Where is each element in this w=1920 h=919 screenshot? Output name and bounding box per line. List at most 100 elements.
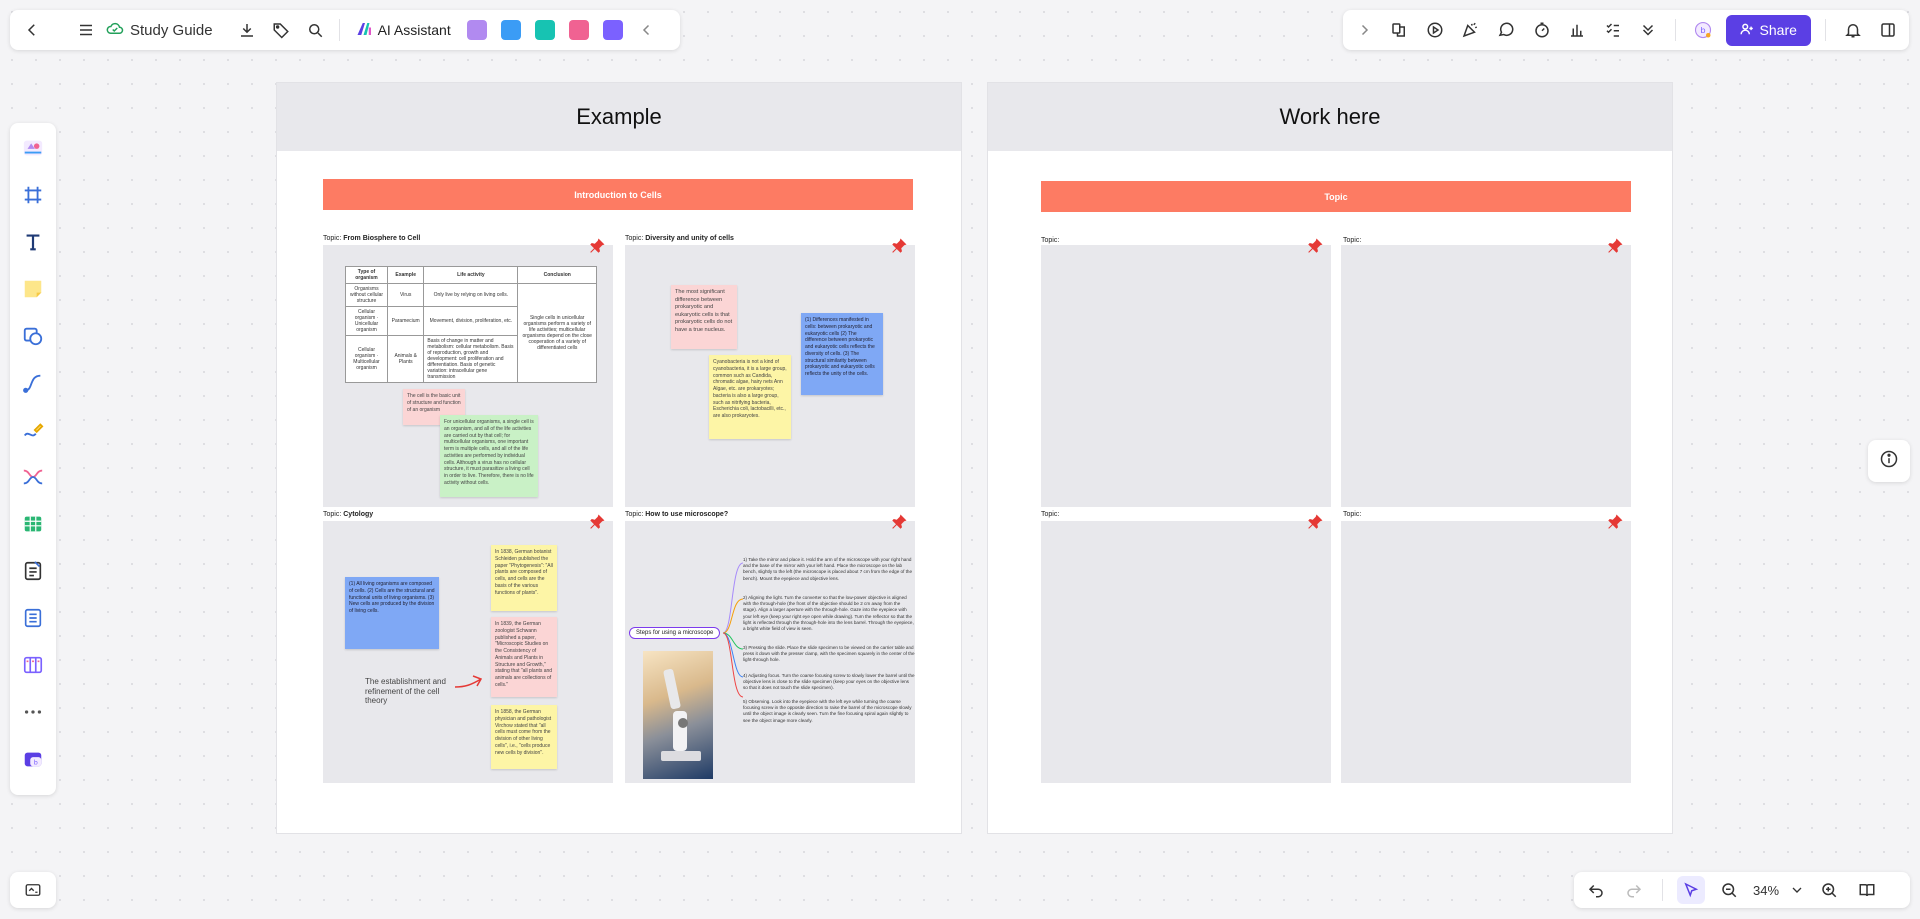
mindmap-app-icon[interactable] <box>534 20 555 40</box>
bell-icon[interactable] <box>1840 16 1866 44</box>
table-header: Type of organism <box>344 266 389 284</box>
sticky-note[interactable]: (1) Differences manifested in cells: bet… <box>801 313 883 395</box>
document-icon[interactable] <box>16 554 50 588</box>
minimap-icon[interactable] <box>19 876 47 904</box>
templates-icon[interactable] <box>16 131 50 165</box>
timer-icon[interactable] <box>1529 16 1555 44</box>
table-cell: Cellular organism · Unicellular organism <box>344 306 389 336</box>
topic-panel[interactable]: Steps for using a microscope 1) Take the… <box>625 514 915 783</box>
list-note-icon[interactable] <box>16 601 50 635</box>
panel-topic-title: Topic: Diversity and unity of cells <box>625 235 734 242</box>
image-app-icon[interactable] <box>466 20 487 40</box>
book-view-icon[interactable] <box>1853 876 1881 904</box>
microscope-image <box>643 651 713 779</box>
expand-toolbar-icon[interactable] <box>1351 16 1377 44</box>
avatar[interactable]: b <box>1690 16 1716 44</box>
bottom-right-toolbar: 34% <box>1574 872 1910 908</box>
search-icon[interactable] <box>301 16 329 44</box>
pin-icon <box>1308 514 1323 529</box>
example-frame[interactable]: Example Introduction to Cells Topic: Fro… <box>276 82 962 834</box>
mindmap-icon[interactable] <box>16 460 50 494</box>
topic-panel[interactable] <box>1041 514 1331 783</box>
text-tool-icon[interactable] <box>16 225 50 259</box>
pin-icon <box>892 514 907 529</box>
sticky-note-icon[interactable] <box>16 272 50 306</box>
info-button[interactable] <box>1868 440 1910 482</box>
topic-banner: Topic <box>1041 181 1631 212</box>
collapse-toolbar-icon[interactable] <box>633 16 661 44</box>
arrow-icon <box>454 675 483 688</box>
ai-assistant-button[interactable]: AI Assistant <box>350 21 457 40</box>
frame-icon[interactable] <box>16 178 50 212</box>
topic-panel[interactable]: (1) All living organisms are composed of… <box>323 514 613 783</box>
pin-icon <box>590 514 605 529</box>
work-frame[interactable]: Work here Topic Topic: Topic: Topic: Top… <box>987 82 1673 834</box>
topic-panel[interactable]: The most significant difference between … <box>625 238 915 507</box>
table-icon[interactable] <box>16 507 50 541</box>
mindmap-step[interactable]: 5) Observing. Look into the eyepiece wit… <box>743 699 915 724</box>
undo-icon[interactable] <box>1582 876 1610 904</box>
panel-topic-title: Topic: From Biosphere to Cell <box>323 235 421 242</box>
redo-icon[interactable] <box>1620 876 1648 904</box>
mindmap-step[interactable]: 4) Adjusting focus. Turn the coarse focu… <box>743 673 915 692</box>
shapes-icon[interactable] <box>16 319 50 353</box>
pen-icon[interactable] <box>16 413 50 447</box>
sticky-note[interactable]: (1) All living organisms are composed of… <box>345 577 439 649</box>
sticky-note[interactable]: The most significant difference between … <box>671 285 737 349</box>
topic-banner: Introduction to Cells <box>323 179 913 210</box>
vote-icon[interactable] <box>1564 16 1590 44</box>
mindmap-step[interactable]: 1) Take the mirror and place it. Hold th… <box>743 557 915 582</box>
table-header: Example <box>387 266 425 284</box>
table-cell: Paramecium <box>387 306 425 336</box>
flowchart-app-icon[interactable] <box>568 20 589 40</box>
tag-icon[interactable] <box>267 16 295 44</box>
svg-text:b: b <box>1700 25 1705 35</box>
template-icon[interactable] <box>1387 16 1413 44</box>
table-cell: Basis of change in matter and metabolism… <box>423 335 519 383</box>
select-pointer-icon[interactable] <box>1677 876 1705 904</box>
more-chevron-icon[interactable] <box>1636 16 1662 44</box>
top-right-toolbar: b Share <box>1343 10 1909 50</box>
menu-icon[interactable] <box>72 16 100 44</box>
document-title[interactable]: Study Guide <box>106 21 213 39</box>
checklist-icon[interactable] <box>1600 16 1626 44</box>
frame-title: Work here <box>988 83 1672 151</box>
kanban-icon[interactable] <box>16 648 50 682</box>
divider <box>338 19 340 41</box>
add-user-icon <box>1739 22 1754 39</box>
download-icon[interactable] <box>233 16 261 44</box>
presentation-app-icon[interactable] <box>500 20 521 40</box>
sticky-note[interactable]: Cyanobacteria is not a kind of cyanobact… <box>709 355 791 439</box>
zoom-dropdown-icon[interactable] <box>1789 876 1805 904</box>
topic-panel[interactable] <box>1341 238 1631 507</box>
table-cell: Single cells in unicellular organisms pe… <box>517 283 597 383</box>
connector-icon[interactable] <box>16 366 50 400</box>
mindmap-step[interactable]: 3) Pressing the slide. Place the slide s… <box>743 645 915 664</box>
panel-topic-title: Topic: <box>1041 237 1060 244</box>
divider <box>1824 19 1826 41</box>
zoom-in-icon[interactable] <box>1815 876 1843 904</box>
topic-panel[interactable] <box>1341 514 1631 783</box>
share-button[interactable]: Share <box>1725 14 1811 46</box>
mindmap-step[interactable]: 2) Aligning the light. Turn the converte… <box>743 595 915 632</box>
chat-app-icon[interactable] <box>602 20 623 40</box>
more-tools-icon[interactable] <box>16 695 50 729</box>
sticky-note[interactable]: In 1858, the German physician and pathol… <box>491 705 557 769</box>
zoom-level[interactable]: 34% <box>1753 883 1779 898</box>
ai-icon <box>356 21 374 40</box>
back-icon[interactable] <box>18 16 46 44</box>
sticky-note[interactable]: For unicellular organisms, a single cell… <box>440 415 538 497</box>
topic-panel[interactable] <box>1041 238 1331 507</box>
table-cell: Cellular organism · Multicellular organi… <box>344 335 389 383</box>
play-icon[interactable] <box>1422 16 1448 44</box>
topic-panel[interactable]: Type of organism Example Life activity C… <box>323 238 613 507</box>
sidebar-panel-icon[interactable] <box>1875 16 1901 44</box>
cell-theory-caption: The establishment and refinement of the … <box>365 677 446 706</box>
sticky-note[interactable]: In 1839, the German zoologist Schwann pu… <box>491 617 557 697</box>
celebrate-icon[interactable] <box>1458 16 1484 44</box>
comment-icon[interactable] <box>1493 16 1519 44</box>
sticky-note[interactable]: In 1838, German botanist Schleiden publi… <box>491 545 557 611</box>
zoom-out-icon[interactable] <box>1715 876 1743 904</box>
mindmap-root-node[interactable]: Steps for using a microscope <box>629 627 721 639</box>
app-launcher-icon[interactable]: b <box>16 742 50 776</box>
